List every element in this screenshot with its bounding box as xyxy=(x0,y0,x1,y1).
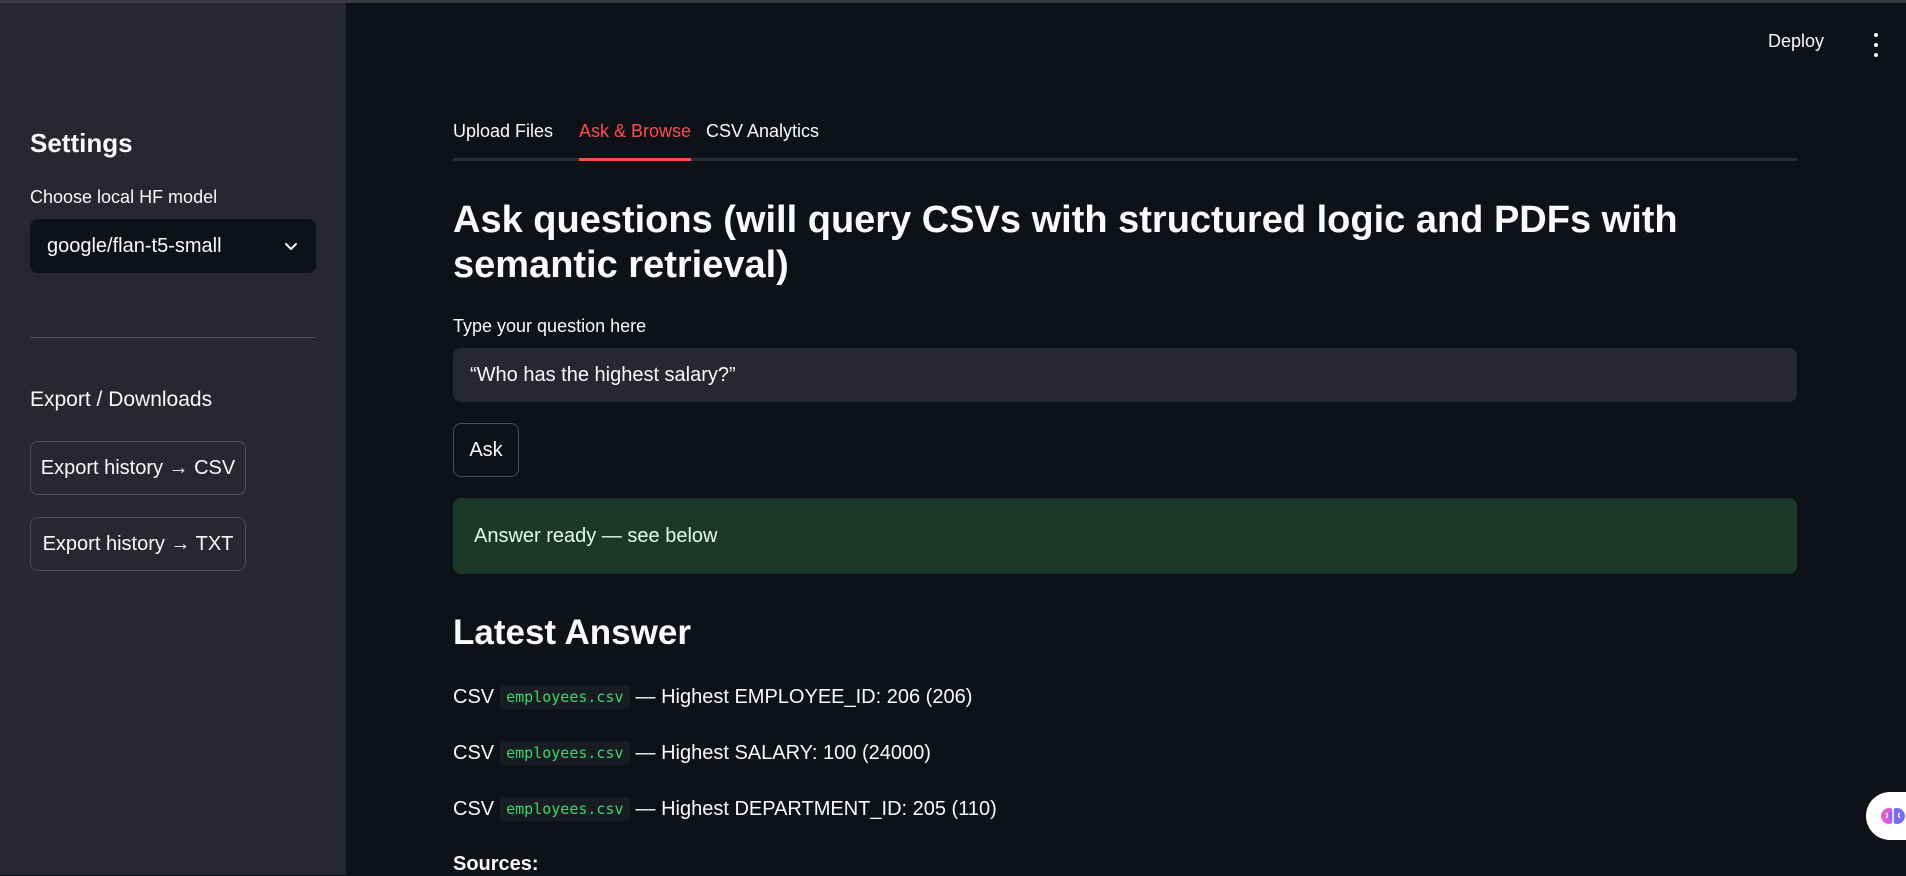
ask-button[interactable]: Ask xyxy=(453,423,519,477)
answer-line: CSV employees.csv — Highest DEPARTMENT_I… xyxy=(453,797,997,821)
model-select[interactable]: google/flan-t5-small xyxy=(30,219,316,273)
tab-bar: Upload Files Ask & Browse CSV Analytics xyxy=(453,108,1797,161)
sidebar-divider xyxy=(30,337,316,338)
answer-text: — Highest SALARY: 100 (24000) xyxy=(635,741,931,764)
export-section-title: Export / Downloads xyxy=(30,388,213,411)
deploy-button[interactable]: Deploy xyxy=(1768,31,1824,52)
answer-prefix: CSV xyxy=(453,685,495,708)
question-label: Type your question here xyxy=(453,316,647,336)
answer-file-code: employees.csv xyxy=(500,797,630,821)
tab-csv-analytics[interactable]: CSV Analytics xyxy=(706,121,819,158)
page-title: Ask questions (will query CSVs with stru… xyxy=(453,199,1678,286)
answer-line: CSV employees.csv — Highest SALARY: 100 … xyxy=(453,741,931,765)
success-alert-text: Answer ready — see below xyxy=(474,524,718,547)
export-txt-button[interactable]: Export history → TXT xyxy=(30,517,246,571)
chevron-down-icon xyxy=(283,238,299,254)
tab-upload-files[interactable]: Upload Files xyxy=(453,121,553,158)
latest-answer-heading: Latest Answer xyxy=(453,613,691,652)
sidebar: Settings Choose local HF model google/fl… xyxy=(0,3,346,875)
answer-text: — Highest EMPLOYEE_ID: 206 (206) xyxy=(635,685,973,708)
answer-file-code: employees.csv xyxy=(500,741,630,765)
model-select-label: Choose local HF model xyxy=(30,187,218,207)
sidebar-title: Settings xyxy=(30,128,133,158)
kebab-menu-icon[interactable] xyxy=(1870,33,1882,57)
answer-file-code: employees.csv xyxy=(500,685,630,709)
answer-line: CSV employees.csv — Highest EMPLOYEE_ID:… xyxy=(453,685,972,709)
main-area: Deploy Upload Files Ask & Browse CSV Ana… xyxy=(346,3,1906,875)
export-csv-button[interactable]: Export history → CSV xyxy=(30,441,246,495)
brain-icon[interactable] xyxy=(1866,792,1906,840)
question-input[interactable] xyxy=(453,348,1797,402)
answer-prefix: CSV xyxy=(453,741,495,764)
sources-heading: Sources: xyxy=(453,853,539,875)
answer-text: — Highest DEPARTMENT_ID: 205 (110) xyxy=(635,797,997,820)
model-select-value: google/flan-t5-small xyxy=(47,234,222,257)
answer-prefix: CSV xyxy=(453,797,495,820)
success-alert: Answer ready — see below xyxy=(453,498,1797,574)
tab-ask-browse[interactable]: Ask & Browse xyxy=(579,121,692,161)
